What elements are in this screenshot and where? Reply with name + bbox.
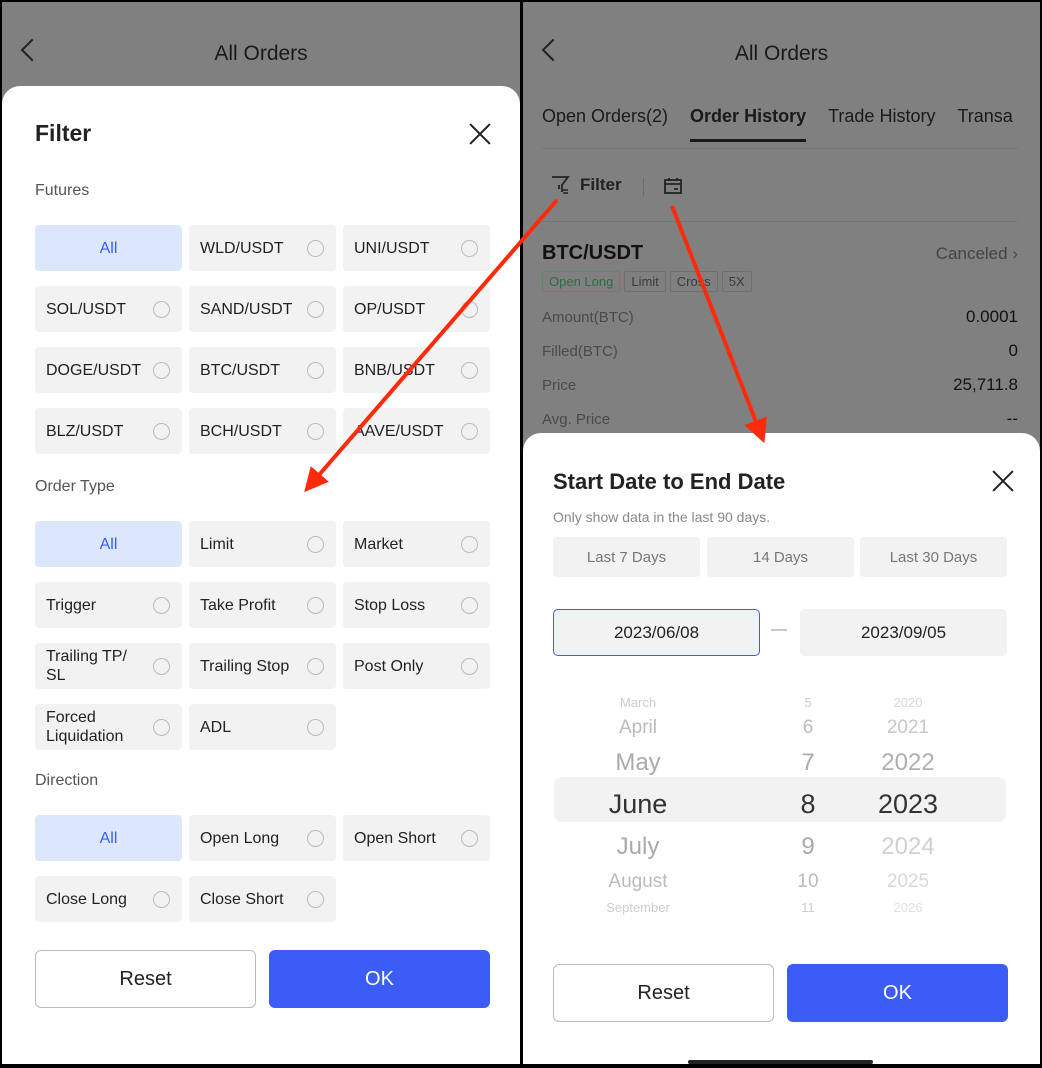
arrow-calendar-to-date-sheet xyxy=(670,205,767,444)
arrow-filter-to-order-type xyxy=(304,198,559,493)
annotation-arrows xyxy=(304,198,767,493)
